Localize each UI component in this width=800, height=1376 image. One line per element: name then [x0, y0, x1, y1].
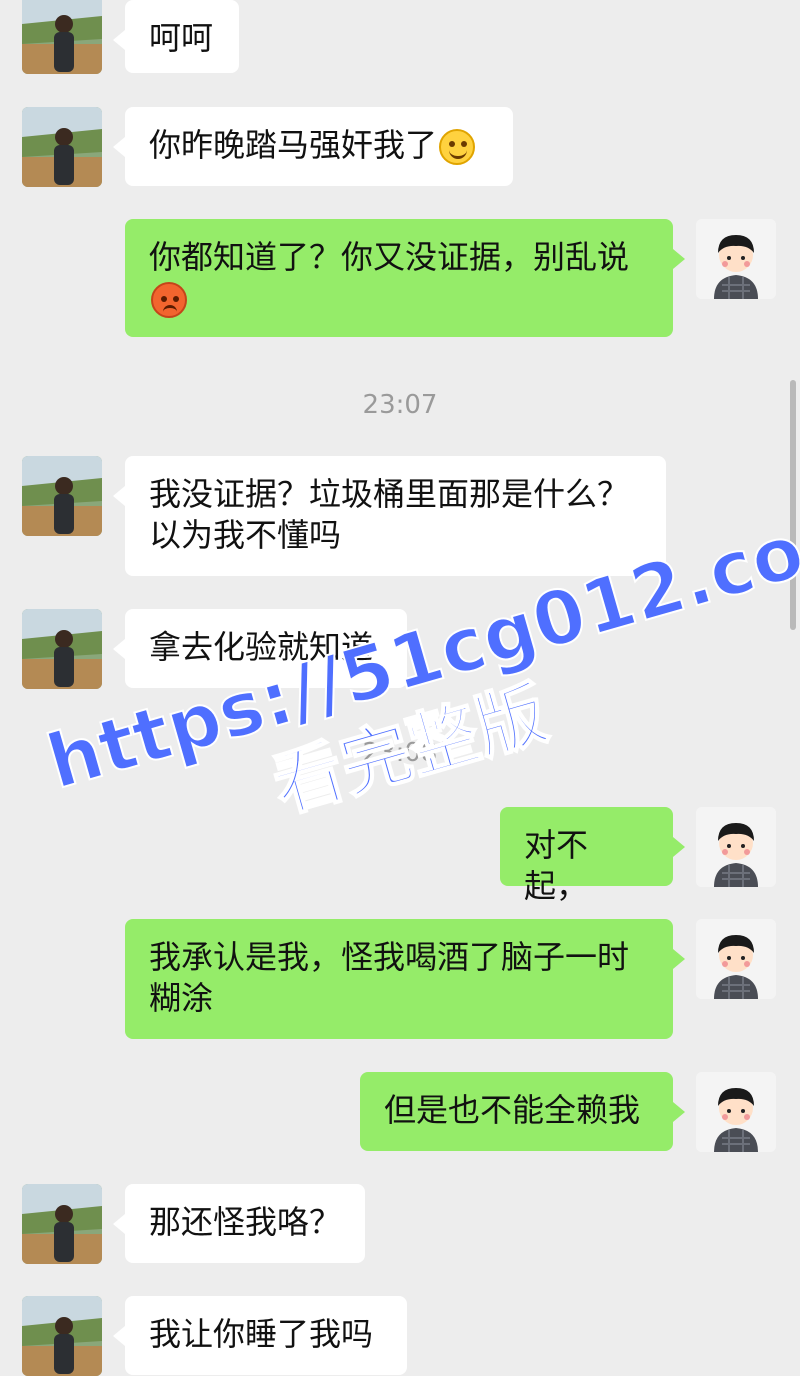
contact-avatar[interactable] — [22, 1296, 102, 1376]
message-text: 我让你睡了我吗 — [149, 1315, 374, 1353]
smile-emoji-icon — [439, 129, 476, 165]
self-avatar[interactable] — [696, 807, 776, 887]
message-bubble[interactable]: 你都知道了？你又没证据，别乱说 — [125, 219, 685, 337]
message-text: 拿去化验就知道 — [149, 628, 374, 666]
sad-emoji-icon — [151, 282, 187, 318]
timestamp: 23:08 — [362, 738, 438, 768]
message-bubble[interactable]: 我没证据？垃圾桶里面那是什么？以为我不懂吗 — [113, 456, 666, 576]
message-text: 你都知道了？你又没证据，别乱说 — [149, 238, 630, 276]
message-bubble[interactable]: 你昨晚踏马强奸我了 — [113, 107, 513, 186]
contact-avatar[interactable] — [22, 609, 102, 689]
message-bubble[interactable]: 对不起， — [500, 807, 685, 905]
message-text: 我承认是我，怪我喝酒了脑子一时糊涂 — [149, 938, 630, 1017]
message-bubble[interactable]: 我承认是我，怪我喝酒了脑子一时糊涂 — [125, 919, 685, 1039]
message-text: 你昨晚踏马强奸我了 — [149, 126, 438, 164]
self-avatar[interactable] — [696, 1072, 776, 1152]
message-text: 我没证据？垃圾桶里面那是什么？以为我不懂吗 — [149, 475, 630, 554]
self-avatar[interactable] — [696, 219, 776, 299]
message-bubble[interactable]: 但是也不能全赖我 — [360, 1072, 685, 1151]
self-avatar[interactable] — [696, 919, 776, 999]
contact-avatar[interactable] — [22, 456, 102, 536]
timestamp: 23:07 — [362, 390, 438, 420]
message-text: 对不起， — [524, 826, 589, 905]
message-text: 呵呵 — [149, 19, 214, 57]
message-bubble[interactable]: 呵呵 — [113, 0, 239, 73]
message-bubble[interactable]: 我让你睡了我吗 — [113, 1296, 407, 1375]
contact-avatar[interactable] — [22, 0, 102, 74]
message-text: 但是也不能全赖我 — [384, 1091, 641, 1129]
message-text: 那还怪我咯？ — [149, 1203, 342, 1241]
message-bubble[interactable]: 那还怪我咯？ — [113, 1184, 365, 1263]
message-bubble[interactable]: 拿去化验就知道 — [113, 609, 407, 688]
contact-avatar[interactable] — [22, 107, 102, 187]
contact-avatar[interactable] — [22, 1184, 102, 1264]
